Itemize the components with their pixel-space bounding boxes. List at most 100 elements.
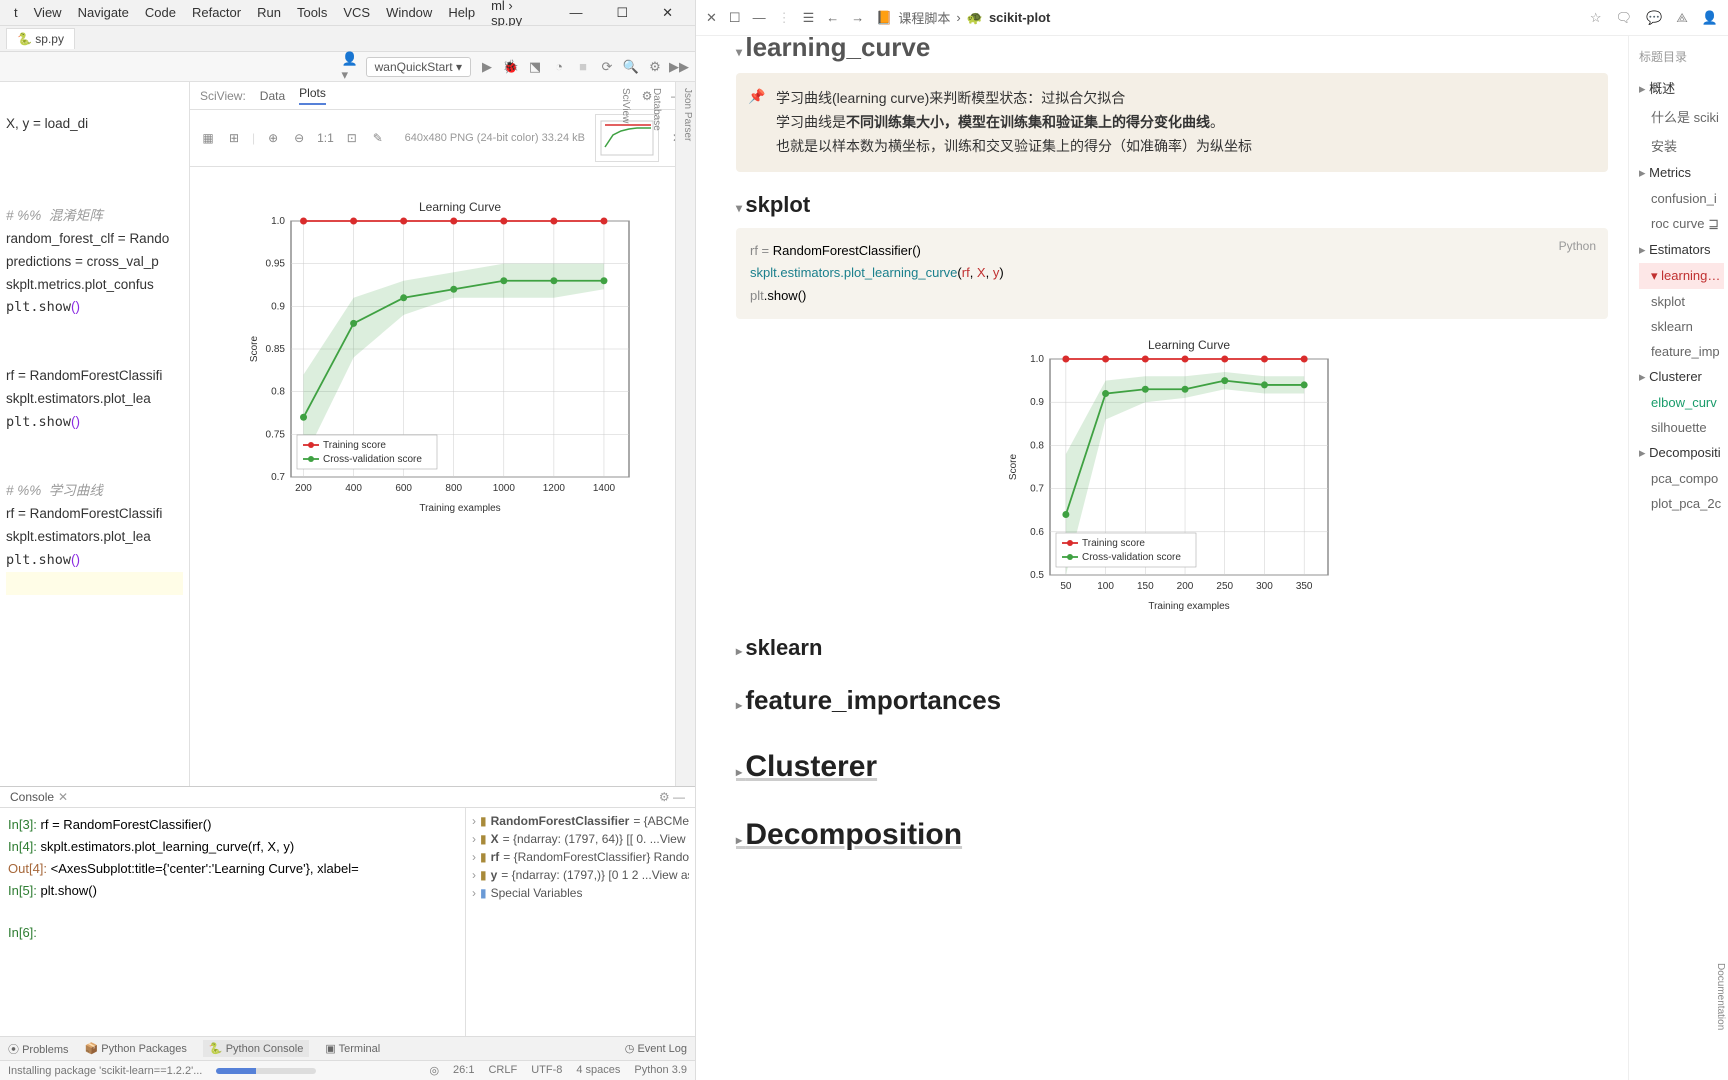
toc-item[interactable]: silhouette (1639, 415, 1724, 440)
menu-item[interactable]: Refactor (184, 2, 249, 23)
doc-strip[interactable]: Documentation (1715, 963, 1726, 1030)
svg-text:600: 600 (395, 483, 412, 494)
svg-text:100: 100 (1097, 581, 1114, 592)
grid-icon[interactable]: ⊞ (226, 130, 242, 146)
user-icon[interactable]: 👤▾ (342, 59, 358, 75)
minimize-icon[interactable]: — (753, 10, 766, 25)
menu-item[interactable]: View (26, 2, 70, 23)
status-task: Installing package 'scikit-learn==1.2.2'… (8, 1065, 202, 1077)
picker-icon[interactable]: ✎ (370, 130, 386, 146)
console-gear-icon[interactable]: ⚙ — (659, 790, 685, 804)
heading-feature-importances[interactable]: feature_importances (736, 685, 1608, 716)
toc-item[interactable]: ▾ learning_cu (1639, 263, 1724, 289)
bottom-toolbar: ⦿ Problems 📦 Python Packages 🐍 Python Co… (0, 1036, 695, 1060)
star-icon[interactable]: ☆ (1590, 10, 1602, 26)
git-icon[interactable]: ⟳ (599, 59, 615, 75)
comment-icon[interactable]: 🗨 (1616, 10, 1633, 26)
tab-terminal[interactable]: ▣ Terminal (325, 1042, 380, 1055)
toc-item[interactable]: elbow_curv (1639, 390, 1724, 415)
tab-problems[interactable]: ⦿ Problems (8, 1041, 69, 1057)
menu-item[interactable]: Code (137, 2, 184, 23)
status-pos[interactable]: 26:1 (453, 1064, 474, 1077)
toc-item[interactable]: skplot (1639, 289, 1724, 314)
zoom-level[interactable]: 1:1 (317, 131, 334, 145)
back-icon[interactable]: ← (826, 10, 839, 25)
toc-item[interactable]: sklearn (1639, 314, 1724, 339)
heading-sklearn[interactable]: sklearn (736, 635, 1608, 661)
coverage-icon[interactable]: ⬔ (527, 59, 543, 75)
toc-item[interactable]: 什么是 sciki (1639, 102, 1724, 131)
variable-explorer[interactable]: ›▮RandomForestClassifier = {ABCMeta} <cl… (465, 808, 695, 1036)
event-log[interactable]: ◷ Event Log (625, 1042, 687, 1055)
share-icon[interactable]: ⟁ (1676, 10, 1688, 26)
stop-icon[interactable]: ■ (575, 59, 591, 75)
search-icon[interactable]: 🔍 (623, 59, 639, 75)
profile-icon[interactable]: ◔ (551, 59, 567, 75)
svg-text:0.5: 0.5 (1030, 570, 1044, 581)
debug-icon[interactable]: 🐞 (503, 59, 519, 75)
heading-decomposition[interactable]: Decomposition (736, 818, 1608, 852)
run-config-select[interactable]: wanQuickStart ▾ (366, 57, 471, 77)
menu-item[interactable]: t (6, 2, 26, 23)
menu-item[interactable]: Run (249, 2, 289, 23)
breadcrumb[interactable]: 📙课程脚本› 🐢scikit-plot (876, 8, 1050, 27)
maximize-icon[interactable]: ☐ (608, 2, 636, 24)
notes-content[interactable]: learning_curve 📌 学习曲线(learning curve)来判断… (696, 36, 1628, 1080)
person-icon[interactable]: 👤 (1702, 10, 1718, 26)
toc-item[interactable]: roc curve ⊒ (1639, 211, 1724, 237)
svg-text:0.95: 0.95 (265, 259, 285, 270)
code-editor[interactable]: X, y = load_di # %% 混淆矩阵 random_forest_c… (0, 82, 190, 786)
toc-item[interactable]: feature_imp (1639, 339, 1724, 364)
menu-icon[interactable]: ☰ (803, 10, 815, 26)
heading-learning-curve: learning_curve (736, 36, 1608, 63)
status-interp[interactable]: Python 3.9 (634, 1064, 687, 1077)
toc-item[interactable]: Decompositi (1639, 440, 1724, 466)
toc-item[interactable]: Estimators (1639, 237, 1724, 263)
menu-item[interactable]: Tools (289, 2, 335, 23)
strip-sciview[interactable]: SciView (620, 88, 631, 780)
status-eol[interactable]: CRLF (488, 1064, 517, 1077)
toc-item[interactable]: plot_pca_2c (1639, 491, 1724, 516)
code-block[interactable]: Python rf = RandomForestClassifier() skp… (736, 228, 1608, 318)
status-enc[interactable]: UTF-8 (531, 1064, 562, 1077)
close-icon[interactable]: ✕ (706, 10, 717, 26)
zoom-in-icon[interactable]: ⊕ (265, 130, 281, 146)
settings-icon[interactable]: ⚙ (647, 59, 663, 75)
menu-item[interactable]: Window (378, 2, 440, 23)
menu-item[interactable]: VCS (335, 2, 378, 23)
toc-item[interactable]: 安装 (1639, 131, 1724, 160)
code-lang-label: Python (1559, 236, 1596, 256)
console-output[interactable]: In[3]: rf = RandomForestClassifier() In[… (0, 808, 465, 1036)
status-indent[interactable]: 4 spaces (576, 1064, 620, 1077)
right-tool-strip: Json Parser Database SciView (675, 82, 695, 786)
minimize-icon[interactable]: — (561, 2, 590, 24)
maximize-icon[interactable]: ☐ (729, 10, 741, 26)
tab-data[interactable]: Data (260, 89, 285, 103)
run-icon[interactable]: ▶ (479, 59, 495, 75)
svg-text:350: 350 (1296, 581, 1313, 592)
strip-json[interactable]: Json Parser (682, 88, 693, 780)
tab-packages[interactable]: 📦 Python Packages (85, 1042, 187, 1055)
code-content: X, y = load_di # %% 混淆矩阵 random_forest_c… (0, 82, 189, 603)
gallery-icon[interactable]: ▦ (200, 130, 216, 146)
menu-item[interactable]: Navigate (70, 2, 137, 23)
zoom-out-icon[interactable]: ⊖ (291, 130, 307, 146)
toc-item[interactable]: pca_compo (1639, 466, 1724, 491)
console-tab[interactable]: Console ✕ ⚙ — (0, 787, 695, 808)
tab-pyconsole[interactable]: 🐍 Python Console (203, 1040, 309, 1057)
chat-icon[interactable]: 💬 (1646, 10, 1662, 26)
file-tab[interactable]: 🐍 sp.py (6, 28, 75, 49)
menu-item[interactable]: Help (440, 2, 483, 23)
toc-item[interactable]: Clusterer (1639, 364, 1724, 390)
fit-icon[interactable]: ⊡ (344, 130, 360, 146)
forward-icon[interactable]: → (851, 10, 864, 25)
close-icon[interactable]: ✕ (654, 2, 681, 24)
heading-clusterer[interactable]: Clusterer (736, 750, 1608, 784)
run-cell-icon[interactable]: ▶▶ (671, 59, 687, 75)
toc-item[interactable]: confusion_i (1639, 186, 1724, 211)
toc-item[interactable]: 概述 (1639, 73, 1724, 102)
notes-toc[interactable]: 标题目录 概述什么是 sciki安装Metricsconfusion_iroc … (1628, 36, 1728, 1080)
tab-plots[interactable]: Plots (299, 86, 326, 105)
toc-item[interactable]: Metrics (1639, 160, 1724, 186)
strip-db[interactable]: Database (651, 88, 662, 780)
